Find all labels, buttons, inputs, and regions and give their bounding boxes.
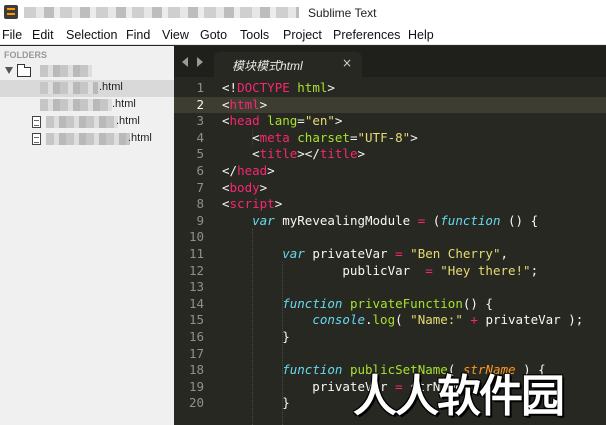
close-icon[interactable]: × <box>342 56 352 70</box>
menu-project[interactable]: Project <box>283 28 322 42</box>
file-row-selected[interactable]: .html <box>0 80 174 97</box>
file-name: .html <box>128 132 152 144</box>
line-number: 14 <box>188 295 204 311</box>
menu-edit[interactable]: Edit <box>32 28 54 42</box>
tab-label: 模块模式html <box>232 59 303 73</box>
line-number: 17 <box>188 345 204 361</box>
line-number: 6 <box>196 163 204 178</box>
file-name: .html <box>116 115 140 127</box>
tab-bar: 模块模式html × <box>174 46 606 77</box>
line-number: 3 <box>196 113 204 129</box>
code-line-12: publicVar = "Hey there!"; <box>222 262 539 278</box>
code-line-6: </head> <box>222 163 275 178</box>
file-icon <box>32 133 41 145</box>
menu-view[interactable]: View <box>162 28 189 42</box>
file-name: .html <box>112 98 136 110</box>
folders-heading: FOLDERS <box>4 50 48 60</box>
line-number: 10 <box>188 229 204 245</box>
file-row[interactable]: .html <box>0 114 174 131</box>
title-bar: Sublime Text <box>0 0 606 25</box>
tab-left-arrow-icon[interactable] <box>182 57 188 67</box>
line-number: 19 <box>188 378 204 394</box>
code-line-4: <meta charset="UTF-8"> <box>222 129 418 145</box>
menu-tools[interactable]: Tools <box>240 28 269 42</box>
window-title: Sublime Text <box>308 6 377 20</box>
line-number: 5 <box>196 146 204 162</box>
sidebar: FOLDERS .html .html .html .html <box>0 46 174 425</box>
line-number: 18 <box>188 362 204 378</box>
code-line-7: <body> <box>222 179 268 195</box>
tab-active[interactable]: 模块模式html × <box>214 52 362 77</box>
menu-bar: File Edit Selection Find View Goto Tools… <box>0 25 606 45</box>
code-line-20: } <box>222 395 290 411</box>
sublime-text-icon <box>4 5 18 19</box>
code-line-5: <title></title> <box>222 146 366 162</box>
line-number: 13 <box>188 279 204 295</box>
line-number: 4 <box>196 129 204 145</box>
code-line-2: <html> <box>222 96 268 112</box>
code-line-9: var myRevealingModule = (function () { <box>252 212 539 228</box>
blurred-file-name <box>46 116 118 128</box>
file-icon <box>32 116 41 128</box>
code-line-11: var privateVar = "Ben Cherry", <box>282 246 509 261</box>
code-line-14: function privateFunction() { <box>282 295 493 311</box>
line-number: 16 <box>188 329 204 344</box>
line-number: 7 <box>196 179 204 195</box>
blurred-folder-name <box>40 65 92 77</box>
code-line-15: console.log( "Name:" + privateVar ); <box>312 312 584 328</box>
disclosure-triangle-icon[interactable] <box>5 67 13 74</box>
line-number-gutter: 1 2 3 4 5 6 7 8 9 10 11 12 13 14 15 16 1… <box>174 77 212 425</box>
folder-open-icon <box>16 64 31 77</box>
file-row[interactable]: .html <box>0 97 174 114</box>
code-line-8: <script> <box>222 196 283 212</box>
line-number: 12 <box>188 262 204 278</box>
blurred-file-name <box>40 82 98 94</box>
file-row[interactable]: .html <box>0 131 174 148</box>
menu-selection[interactable]: Selection <box>66 28 117 42</box>
line-number: 8 <box>196 196 204 212</box>
file-name: .html <box>99 81 123 93</box>
code-line-1: <!DOCTYPE html> <box>222 80 335 95</box>
line-number: 15 <box>188 312 204 328</box>
tab-right-arrow-icon[interactable] <box>197 57 203 67</box>
menu-file[interactable]: File <box>2 28 22 42</box>
watermark: 人人软件园 <box>353 371 565 422</box>
code-line-3: <head lang="en"> <box>222 113 343 129</box>
menu-preferences[interactable]: Preferences <box>333 28 400 42</box>
line-number: 1 <box>196 80 204 95</box>
line-number: 11 <box>188 246 204 261</box>
blurred-file-name <box>46 133 130 145</box>
menu-find[interactable]: Find <box>126 28 150 42</box>
line-number: 9 <box>196 212 204 228</box>
menu-goto[interactable]: Goto <box>200 28 227 42</box>
menu-help[interactable]: Help <box>408 28 434 42</box>
blurred-file-name <box>40 99 112 111</box>
folder-row[interactable] <box>0 63 174 80</box>
line-number: 2 <box>196 96 204 112</box>
blurred-window-path <box>24 7 299 18</box>
code-line-16: } <box>222 329 290 344</box>
line-number: 20 <box>188 395 204 411</box>
